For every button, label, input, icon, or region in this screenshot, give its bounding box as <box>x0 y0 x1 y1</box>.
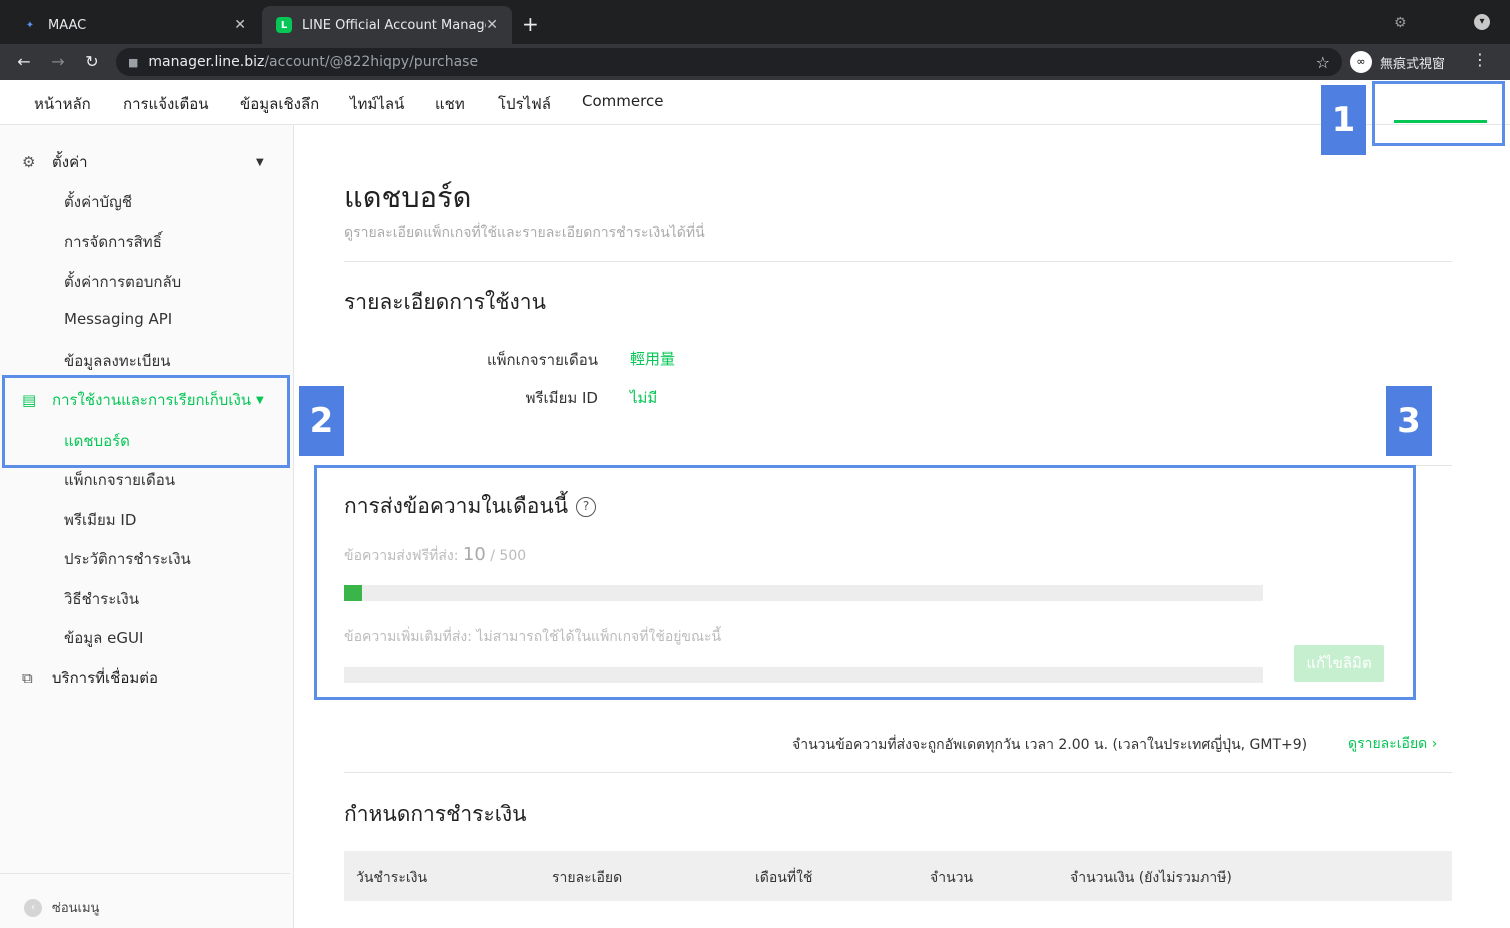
nav-commerce[interactable]: Commerce <box>582 92 663 110</box>
address-bar[interactable]: ■ manager.line.biz/account/@822hiqpy/pur… <box>116 48 1342 76</box>
url-host: manager.line.biz <box>148 54 265 70</box>
chevron-right-icon: › <box>1431 736 1438 752</box>
nav-settings[interactable]: ⚙ ตั้งค่า <box>1394 12 1446 34</box>
callout-box-3 <box>314 465 1416 700</box>
sidebar-section-services[interactable]: ⧉ บริการที่เชื่อมต่อ <box>22 666 158 690</box>
tab-label: MAAC <box>48 17 87 33</box>
line-logo-icon: L <box>276 17 292 33</box>
puzzle-icon: ⧉ <box>22 669 33 687</box>
sidebar-item-monthly-plan[interactable]: แพ็กเกจรายเดือน <box>64 468 175 492</box>
sidebar: ⚙ ตั้งค่า ▼ ตั้งค่าบัญชี การจัดการสิทธิ์… <box>0 125 294 928</box>
chevron-left-icon: ‹ <box>24 898 42 917</box>
premium-id-value[interactable]: ไม่มี <box>630 386 657 410</box>
sidebar-section-settings[interactable]: ⚙ ตั้งค่า <box>22 150 88 174</box>
tab-label: LINE Official Account Manager <box>302 17 487 33</box>
sidebar-item-premium-id[interactable]: พรีเมียม ID <box>64 508 136 532</box>
browser-menu-icon[interactable]: ⋮ <box>1472 50 1488 69</box>
nav-timeline[interactable]: ไทม์ไลน์ <box>350 92 404 116</box>
chevron-down-icon[interactable]: ▼ <box>256 157 264 168</box>
view-details-label: ดูรายละเอียด <box>1348 736 1428 752</box>
bookmark-star-icon[interactable]: ☆ <box>1316 53 1330 72</box>
column-header-payment-date: วันชำระเงิน <box>356 870 428 886</box>
gear-icon: ⚙ <box>22 153 36 171</box>
payment-section-title: กำหนดการชำระเงิน <box>344 802 527 826</box>
browser-tab-maac[interactable]: ✦ MAAC ✕ <box>8 6 260 44</box>
new-tab-icon[interactable]: + <box>522 12 539 36</box>
divider <box>344 772 1452 773</box>
sidebar-item-account-settings[interactable]: ตั้งค่าบัญชี <box>64 190 132 214</box>
callout-box-2 <box>2 375 290 468</box>
sidebar-item-permissions[interactable]: การจัดการสิทธิ์ <box>64 230 162 254</box>
incognito-indicator[interactable]: ∞ 無痕式視窗 <box>1350 48 1445 76</box>
callout-number-2: 2 <box>299 386 344 456</box>
forward-icon[interactable]: → <box>46 50 70 74</box>
nav-profile[interactable]: โปรไฟล์ <box>498 92 551 116</box>
page-title: แดชบอร์ด <box>344 180 472 214</box>
sidebar-section-label: บริการที่เชื่อมต่อ <box>52 669 158 687</box>
plan-label: แพ็กเกจรายเดือน <box>486 351 598 369</box>
column-header-details: รายละเอียด <box>552 870 623 886</box>
callout-number-1: 1 <box>1321 85 1366 155</box>
view-details-link[interactable]: ดูรายละเอียด › <box>1348 733 1437 755</box>
sidebar-item-payment-history[interactable]: ประวัติการชำระเงิน <box>64 547 191 571</box>
browser-toolbar: ← → ↻ ■ manager.line.biz/account/@822hiq… <box>0 44 1510 80</box>
sidebar-item-registration[interactable]: ข้อมูลลงทะเบียน <box>64 349 171 373</box>
page-description: ดูรายละเอียดแพ็กเกจที่ใช้และรายละเอียดกา… <box>344 225 705 241</box>
callout-number-3: 3 <box>1386 386 1432 456</box>
callout-box-1 <box>1372 81 1505 146</box>
maac-logo-icon: ✦ <box>25 19 35 31</box>
sidebar-item-messaging-api[interactable]: Messaging API <box>64 310 172 328</box>
update-note: จำนวนข้อความที่ส่งจะถูกอัพเดตทุกวัน เวลา… <box>792 737 1308 753</box>
url-path: /account/@822hiqpy/purchase <box>264 54 479 70</box>
sidebar-divider <box>0 873 290 874</box>
reload-icon[interactable]: ↻ <box>80 50 104 74</box>
column-header-month: เดือนที่ใช้ <box>755 870 813 886</box>
sidebar-item-response-settings[interactable]: ตั้งค่าการตอบกลับ <box>64 270 181 294</box>
premium-id-label: พรีเมียม ID <box>525 389 598 407</box>
hide-menu-button[interactable]: ‹ ซ่อนเมนู <box>24 897 99 918</box>
gear-icon: ⚙ <box>1394 15 1407 31</box>
nav-notifications[interactable]: การแจ้งเตือน <box>123 92 208 116</box>
sidebar-item-payment-method[interactable]: วิธีชำระเงิน <box>64 587 139 611</box>
incognito-label: 無痕式視窗 <box>1380 56 1446 72</box>
tab-search-icon[interactable]: ▾ <box>1474 14 1490 30</box>
nav-home[interactable]: หน้าหลัก <box>34 92 91 116</box>
lock-icon: ■ <box>128 55 139 69</box>
close-icon[interactable]: ✕ <box>486 17 498 33</box>
usage-section-title: รายละเอียดการใช้งาน <box>344 290 546 314</box>
incognito-icon: ∞ <box>1350 51 1372 73</box>
plan-value[interactable]: 輕用量 <box>630 348 675 369</box>
browser-tab-bar: ✦ MAAC ✕ L LINE Official Account Manager… <box>0 0 1510 44</box>
payment-table-header: วันชำระเงิน รายละเอียด เดือนที่ใช้ จำนวน… <box>344 851 1452 901</box>
nav-chat[interactable]: แชท <box>435 92 465 116</box>
back-icon[interactable]: ← <box>12 50 36 74</box>
sidebar-section-label: ตั้งค่า <box>52 153 88 171</box>
nav-insights[interactable]: ข้อมูลเชิงลึก <box>240 92 319 116</box>
nav-settings-label: ตั้งค่า <box>1412 15 1446 31</box>
divider <box>344 261 1452 262</box>
column-header-amount: จำนวนเงิน (ยังไม่รวมภาษี) <box>1070 870 1232 886</box>
hide-menu-label: ซ่อนเมนู <box>52 901 100 916</box>
column-header-quantity: จำนวน <box>930 870 974 886</box>
sidebar-item-egui[interactable]: ข้อมูล eGUI <box>64 626 143 650</box>
top-navigation: หน้าหลัก การแจ้งเตือน ข้อมูลเชิงลึก ไทม์… <box>0 80 1510 125</box>
browser-tab-line[interactable]: L LINE Official Account Manager ✕ <box>262 6 512 44</box>
close-icon[interactable]: ✕ <box>234 17 246 33</box>
